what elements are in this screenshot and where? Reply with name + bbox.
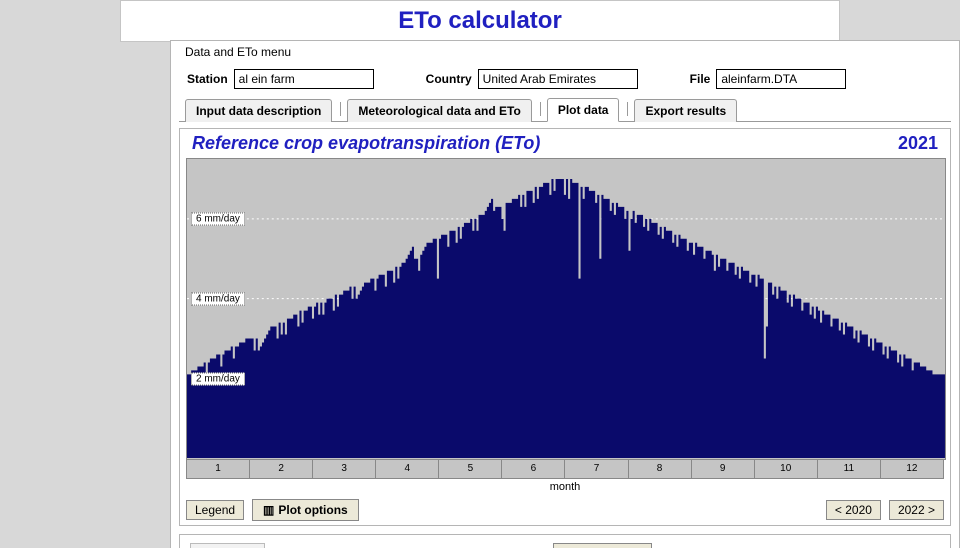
plot-panel: Reference crop evapotranspiration (ETo) … (179, 128, 951, 526)
main-menu-button[interactable]: ☞Main menu (553, 543, 652, 548)
month-cell: 4 (376, 460, 439, 478)
plot-title: Reference crop evapotranspiration (ETo) (192, 133, 540, 154)
legend-button[interactable]: Legend (186, 500, 244, 520)
app-banner: ETo calculator (120, 0, 840, 42)
month-axis-strip: 123456789101112 (186, 460, 944, 479)
month-cell: 2 (250, 460, 313, 478)
month-cell: 12 (881, 460, 943, 478)
month-cell: 3 (313, 460, 376, 478)
plot-header: Reference crop evapotranspiration (ETo) … (186, 133, 944, 158)
chart-icon: ▥ (263, 503, 274, 517)
month-cell: 5 (439, 460, 502, 478)
country-label: Country (426, 72, 472, 86)
chart-svg (187, 159, 945, 458)
x-axis-label: month (186, 481, 944, 493)
app-title: ETo calculator (121, 7, 839, 35)
file-label: File (690, 72, 711, 86)
plot-year: 2021 (898, 133, 938, 154)
month-cell: 7 (565, 460, 628, 478)
eto-chart: 2 mm/day 4 mm/day 6 mm/day (186, 158, 946, 460)
file-input[interactable] (716, 69, 846, 89)
prev-year-button[interactable]: < 2020 (826, 500, 881, 520)
dialog-window: Data and ETo menu Station Country File I… (170, 40, 960, 548)
next-year-button[interactable]: 2022 > (889, 500, 944, 520)
station-input[interactable] (234, 69, 374, 89)
info-fields: Station Country File (179, 65, 951, 93)
month-cell: 1 (187, 460, 250, 478)
month-cell: 8 (629, 460, 692, 478)
month-cell: 9 (692, 460, 755, 478)
tab-strip: Input data description Meteorological da… (179, 97, 951, 122)
plot-options-button[interactable]: ▥Plot options (252, 499, 359, 521)
station-label: Station (187, 72, 228, 86)
plot-button-row: Legend ▥Plot options < 2020 2022 > (186, 499, 944, 521)
y-tick-label: 4 mm/day (191, 293, 245, 306)
tab-export[interactable]: Export results (634, 99, 737, 122)
month-cell: 6 (502, 460, 565, 478)
window-title: Data and ETo menu (179, 41, 951, 65)
tab-input-data[interactable]: Input data description (185, 99, 332, 122)
tab-plot-data[interactable]: Plot data (547, 98, 620, 122)
tab-met-data[interactable]: Meteorological data and ETo (347, 99, 531, 122)
y-tick-label: 6 mm/day (191, 213, 245, 226)
cancel-button[interactable]: ✕Cancel (190, 543, 265, 548)
month-cell: 10 (755, 460, 818, 478)
y-tick-label: 2 mm/day (191, 373, 245, 386)
country-input[interactable] (478, 69, 638, 89)
month-cell: 11 (818, 460, 881, 478)
dialog-footer: ✕Cancel ☞Main menu (179, 534, 951, 548)
